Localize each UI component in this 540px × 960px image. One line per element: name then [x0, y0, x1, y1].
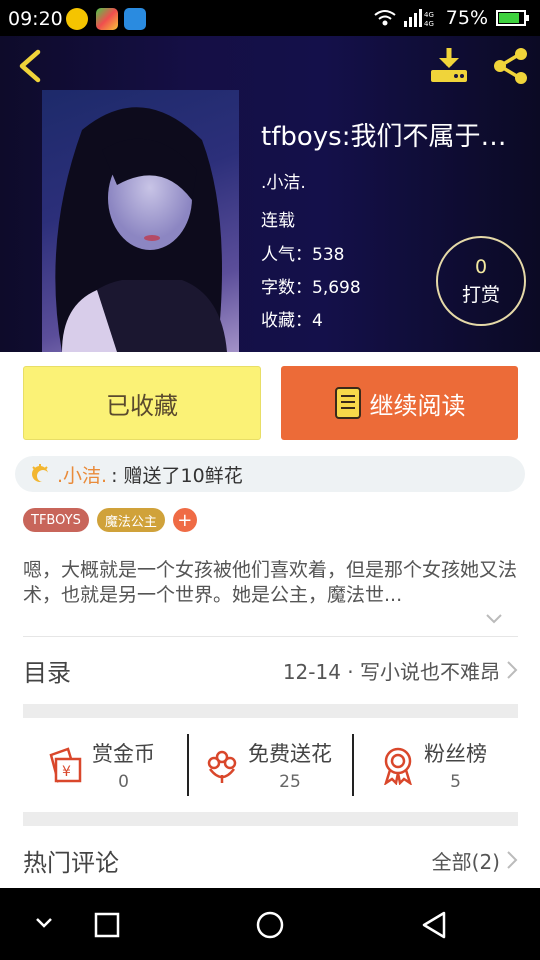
- continue-reading-button[interactable]: 继续阅读: [281, 366, 518, 440]
- catalog-row[interactable]: 目录 12-14 · 写小说也不难昂: [23, 640, 518, 700]
- flower-gift-icon: [32, 464, 49, 482]
- chevron-down-icon[interactable]: [34, 916, 54, 930]
- back-icon[interactable]: [420, 910, 448, 940]
- share-icon[interactable]: [490, 46, 530, 86]
- fan-ranking-count: 5: [450, 772, 461, 792]
- book-title: tfboys:我们不属于一...: [261, 122, 531, 152]
- system-nav-bar: [0, 888, 540, 960]
- tag-tfboys[interactable]: TFBOYS: [23, 508, 89, 532]
- book-summary: 嗯，大概就是一个女孩被他们喜欢着，但是那个女孩她又法术，也就是另一个世界。她是公…: [23, 559, 518, 606]
- collections-stat: 收藏：4: [261, 311, 323, 331]
- medal-icon: [384, 747, 412, 785]
- wifi-icon: [374, 10, 396, 26]
- book-icon: [334, 387, 361, 419]
- status-indicators: 4G 4G 75%: [374, 7, 530, 29]
- fan-ranking-label: 粉丝榜: [424, 742, 487, 766]
- recent-apps-icon[interactable]: [94, 912, 120, 938]
- section-separator: [23, 704, 518, 718]
- status-time: 09:20: [8, 8, 63, 30]
- add-tag-icon[interactable]: +: [172, 508, 197, 532]
- free-flowers-label: 免费送花: [248, 742, 332, 766]
- gift-text: : 赠送了10鲜花: [111, 464, 243, 487]
- back-arrow-icon[interactable]: [14, 48, 48, 84]
- tag-magic-princess[interactable]: 魔法公主: [96, 508, 165, 532]
- author-name[interactable]: .小洁.: [261, 168, 306, 193]
- battery-icon: [496, 10, 529, 26]
- hot-comments-label: 热门评论: [23, 848, 119, 877]
- chevron-right-icon: [507, 661, 518, 679]
- screenshot-notification-icon: [124, 8, 146, 30]
- chevron-right-icon: [507, 851, 518, 869]
- download-icon[interactable]: [428, 46, 470, 86]
- gift-sender: .小洁.: [57, 464, 108, 487]
- reward-coins-count: 0: [118, 772, 129, 792]
- divider: [23, 636, 518, 637]
- free-flowers-button[interactable]: 免费送花 25: [202, 734, 332, 796]
- latest-chapter: 12-14 · 写小说也不难昂: [282, 659, 500, 684]
- favorited-label: 已收藏: [106, 391, 178, 420]
- serial-status: 连载: [261, 211, 295, 231]
- free-flowers-count: 25: [279, 772, 301, 792]
- all-comments-link[interactable]: 全部(2): [432, 846, 500, 875]
- section-separator: [23, 812, 518, 826]
- tag-list: TFBOYS 魔法公主 +: [23, 508, 197, 532]
- svg-text:4G: 4G: [424, 11, 434, 19]
- tip-count: 0: [474, 256, 488, 278]
- continue-reading-label: 继续阅读: [369, 391, 466, 420]
- battery-percent: 75%: [445, 7, 488, 29]
- gift-notice[interactable]: .小洁. : 赠送了10鲜花: [15, 456, 525, 492]
- tip-label: 打赏: [461, 284, 500, 306]
- signal-icon: 4G4G: [403, 9, 434, 27]
- favorited-button[interactable]: 已收藏: [23, 366, 261, 440]
- fan-ranking-button[interactable]: 粉丝榜 5: [378, 734, 487, 796]
- svg-text:¥: ¥: [62, 764, 71, 780]
- app-notification-icon: [66, 8, 88, 30]
- book-cover-image: [42, 90, 239, 352]
- divider: [187, 734, 189, 796]
- reward-coins-label: 赏金币: [92, 742, 155, 766]
- divider: [352, 734, 354, 796]
- popularity-stat: 人气：538: [261, 245, 345, 265]
- catalog-label: 目录: [23, 658, 71, 687]
- red-envelope-icon: ¥: [49, 747, 82, 783]
- chevron-down-icon[interactable]: [484, 612, 504, 626]
- game-notification-icon: [96, 8, 118, 30]
- hot-comments-row[interactable]: 热门评论 全部(2): [23, 830, 518, 890]
- word-count-stat: 字数：5,698: [261, 278, 361, 298]
- reward-coins-button[interactable]: ¥ 赏金币 0: [46, 734, 155, 796]
- home-icon[interactable]: [255, 910, 285, 940]
- flower-icon: [207, 750, 237, 783]
- svg-text:4G: 4G: [424, 20, 434, 27]
- status-bar: 09:20 4G 4G 75%: [0, 0, 540, 36]
- tip-button[interactable]: 0 打赏: [436, 236, 526, 326]
- book-header: tfboys:我们不属于一... .小洁. 连载 人气：538 字数：5,698…: [0, 36, 540, 352]
